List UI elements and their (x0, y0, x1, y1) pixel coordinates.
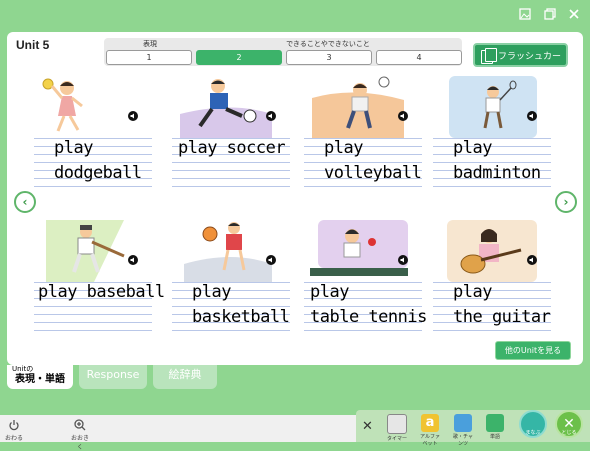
badminton-illustration (449, 76, 537, 138)
dodgeball-illustration (42, 78, 83, 132)
close-tray-icon[interactable]: ✕ (362, 419, 373, 434)
card-line2: table tennis (310, 307, 427, 327)
alphabet-label: アルファベット (420, 434, 440, 447)
speaker-icon[interactable] (266, 111, 276, 121)
speaker-icon[interactable] (527, 111, 537, 121)
tab-response[interactable]: Response (79, 365, 147, 389)
group2-label: できることやできないこと (286, 40, 370, 48)
card-line1: play soccer (178, 138, 286, 158)
restore-icon[interactable] (543, 8, 557, 22)
soccer-illustration (180, 79, 272, 138)
tab1-main-label: 表現・単語 (15, 374, 65, 385)
other-units-button[interactable]: 他のUnitを見る (495, 341, 571, 360)
card-line1: play (310, 282, 349, 302)
words-label: 単語 (489, 434, 500, 440)
speaker-icon[interactable] (266, 255, 276, 265)
timer-tool[interactable]: タイマー (386, 414, 408, 442)
zoom-label: おおきく (70, 435, 89, 451)
zoom-button[interactable]: おおきく (69, 419, 91, 451)
flashcard-button[interactable]: フラッシュカード (473, 43, 568, 86)
speaker-icon[interactable] (527, 255, 537, 265)
tab-picture-dictionary[interactable]: 絵辞典 (153, 365, 217, 389)
speaker-icon[interactable] (398, 111, 408, 121)
image-icon[interactable] (518, 8, 532, 22)
card-line1: play (324, 138, 363, 158)
table-tennis-illustration (310, 220, 408, 276)
songs-chants-tool[interactable]: 歌・チャンツ (452, 414, 474, 447)
main-panel: Unit 5 表現 できることやできないこと 1 2 3 4 フラッシュカード … (7, 32, 583, 365)
baseball-illustration (46, 220, 125, 282)
group1-label: 表現 (143, 40, 157, 48)
card-line2: badminton (453, 163, 541, 183)
close-all-label: とじる (561, 430, 577, 436)
end-button[interactable]: おわる (5, 419, 23, 442)
next-arrow-button[interactable]: › (555, 191, 577, 213)
page-tabs: 表現 できることやできないこと 1 2 3 4 (104, 38, 462, 66)
tab-page-2[interactable]: 2 (196, 50, 282, 65)
speaker-icon[interactable] (128, 111, 138, 121)
tab1-small-label: Unitの (12, 365, 34, 373)
end-label: おわる (5, 435, 24, 442)
window-bar (0, 0, 590, 32)
tab-page-3[interactable]: 3 (286, 50, 372, 65)
music-icon (454, 414, 472, 432)
learn-label: まなぶ (525, 430, 541, 436)
tab-page-4[interactable]: 4 (376, 50, 462, 65)
card-line1: play (453, 138, 492, 158)
speaker-icon[interactable] (398, 255, 408, 265)
bottom-tabs: Unitの 表現・単語 Response 絵辞典 (0, 365, 590, 391)
card-line1: play baseball (38, 282, 165, 302)
alphabet-icon: a (421, 414, 439, 432)
clock-icon (387, 414, 407, 434)
card-line2: basketball (192, 307, 290, 327)
speaker-icon[interactable] (128, 255, 138, 265)
card-line2: dodgeball (54, 163, 142, 183)
basketball-illustration (184, 222, 272, 282)
group-label-expression: 表現 (107, 39, 193, 49)
magnify-plus-icon (74, 419, 86, 431)
songs-label: 歌・チャンツ (453, 434, 473, 447)
close-icon[interactable] (567, 8, 581, 22)
timer-label: タイマー (386, 436, 407, 442)
close-all-button[interactable]: ✕ とじる (554, 410, 584, 445)
card-line2: the guitar (453, 307, 551, 327)
word-card-icon (486, 414, 504, 432)
tab-expressions-words[interactable]: Unitの 表現・単語 (7, 365, 73, 389)
words-tool[interactable]: 単語 (484, 414, 506, 440)
prev-arrow-button[interactable]: ‹ (14, 191, 36, 213)
unit-title: Unit 5 (16, 38, 50, 52)
guitar-illustration (447, 220, 537, 282)
tab-page-1[interactable]: 1 (106, 50, 192, 65)
card-line1: play (453, 282, 492, 302)
card-line1: play (54, 138, 93, 158)
learn-button[interactable]: まなぶ (518, 410, 548, 445)
volleyball-illustration (312, 76, 404, 138)
card-line1: play (192, 282, 231, 302)
alphabet-tool[interactable]: a アルファベット (419, 414, 441, 447)
tool-tray: ✕ タイマー a アルファベット 歌・チャンツ 単語 まなぶ ✕ とじる (356, 410, 590, 447)
cards-icon-front (485, 48, 497, 62)
card-line2: volleyball (324, 163, 422, 183)
group-label-cando: できることやできないこと (197, 39, 459, 49)
power-icon (9, 420, 19, 431)
